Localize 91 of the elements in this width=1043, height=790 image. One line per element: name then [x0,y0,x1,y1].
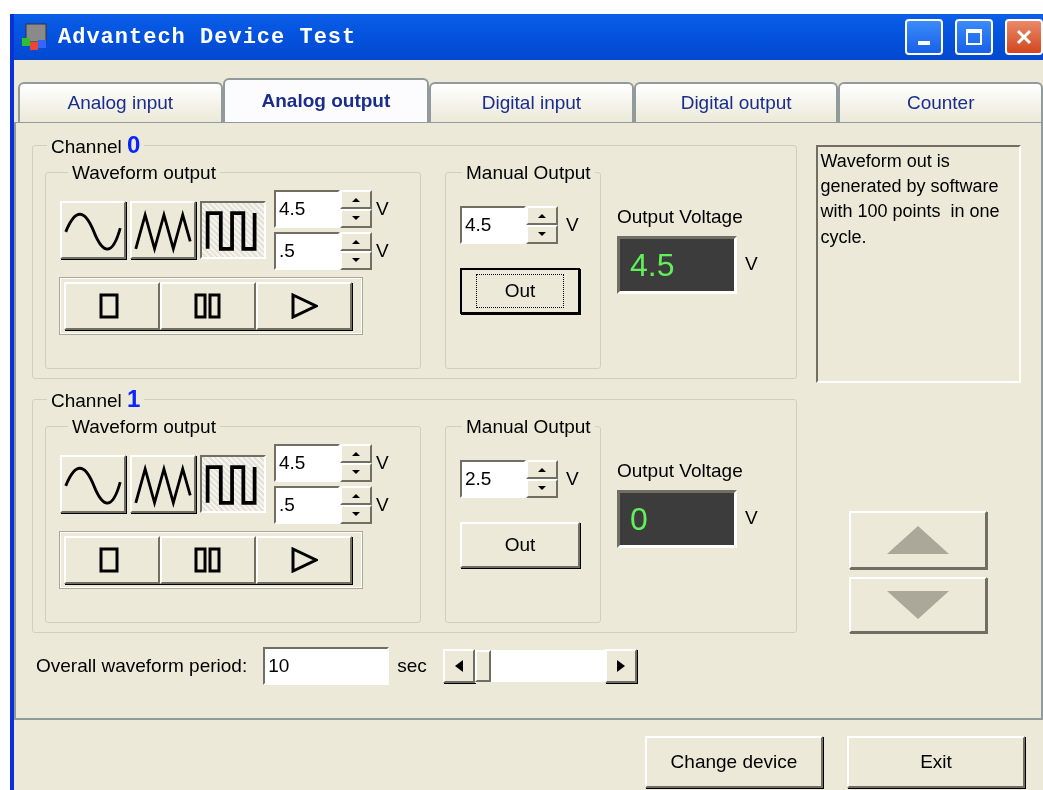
window-title: Advantech Device Test [58,23,357,52]
pause-icon [194,547,222,573]
down-arrow-icon [538,486,546,491]
channel-label: Channel [51,136,122,157]
spin-up-button[interactable] [340,190,372,209]
tab[interactable]: Analog input [18,82,223,122]
unit-label: V [566,466,579,491]
tab[interactable]: Analog output [222,78,430,122]
spin-up-button[interactable] [340,444,372,463]
group-title: Waveform output [71,163,217,182]
spin-down-button[interactable] [340,209,372,228]
play-icon [290,547,318,573]
pause-button[interactable] [160,536,256,584]
down-triangle-icon [885,589,951,621]
spin-up-button[interactable] [526,460,558,479]
low-voltage-field[interactable]: .5 [274,232,340,270]
pause-button[interactable] [160,282,256,330]
tab[interactable]: Digital input [429,82,634,122]
waveform-button[interactable] [200,201,266,259]
group-title: Manual Output [465,163,592,182]
close-button[interactable] [1005,19,1043,55]
tab[interactable]: Counter [838,82,1043,122]
scroll-right-button[interactable] [604,649,637,683]
unit-label: V [376,450,389,475]
down-arrow-icon [352,216,360,221]
manual-voltage-field[interactable]: 4.5 [460,206,526,244]
channel-number: 0 [127,131,141,158]
out-button[interactable]: Out [460,522,580,568]
period-field[interactable]: 10 [263,647,390,685]
high-voltage-field[interactable]: 4.5 [274,444,340,482]
up-arrow-icon [352,239,360,244]
manual-voltage-field[interactable]: 2.5 [460,460,526,498]
scroll-left-button[interactable] [442,649,475,683]
low-voltage-field[interactable]: .5 [274,486,340,524]
up-arrow-icon [538,467,546,472]
right-arrow-icon [616,660,625,672]
play-button[interactable] [256,536,352,584]
channel-number: 1 [127,385,141,412]
spin-down-button[interactable] [526,225,558,244]
play-icon [290,293,318,319]
spin-down-button[interactable] [340,463,372,482]
channel-label: Channel [51,390,122,411]
down-arrow-icon [352,512,360,517]
pause-icon [194,293,222,319]
spin-down-button[interactable] [340,251,372,270]
left-arrow-icon [454,660,463,672]
output-voltage-label: Output Voltage [617,205,744,229]
stop-button[interactable] [64,536,160,584]
tab[interactable]: Digital output [633,82,839,122]
up-arrow-icon [352,451,360,456]
up-arrow-button[interactable] [849,511,987,569]
maximize-icon [965,28,983,46]
group-title: Waveform output [71,417,217,436]
down-arrow-button[interactable] [849,577,987,633]
spin-down-button[interactable] [526,479,558,498]
waveform-button[interactable] [200,455,266,513]
spin-up-button[interactable] [340,232,372,251]
unit-label: V [745,252,758,277]
down-arrow-icon [538,232,546,237]
up-arrow-icon [352,493,360,498]
spin-up-button[interactable] [340,486,372,505]
spin-up-button[interactable] [526,206,558,225]
dialog-button[interactable]: Change device [645,736,823,788]
minimize-icon [918,41,930,45]
stop-button[interactable] [64,282,160,330]
dialog-button[interactable]: Exit [847,736,1025,788]
high-voltage-field[interactable]: 4.5 [274,190,340,228]
up-arrow-icon [352,197,360,202]
voltage-display: 0 [617,489,737,548]
unit-label: V [376,196,389,221]
unit-label: V [376,492,389,517]
period-label: Overall waveform period: [36,653,248,678]
maximize-button[interactable] [955,19,993,55]
play-button[interactable] [256,282,352,330]
output-voltage-label: Output Voltage [617,459,744,483]
down-arrow-icon [352,470,360,475]
unit-label: V [566,212,579,237]
voltage-display: 4.5 [617,235,737,294]
up-arrow-icon [538,213,546,218]
unit-label: V [745,506,758,531]
unit-label: V [376,238,389,263]
minimize-button[interactable] [905,19,943,55]
spin-down-button[interactable] [340,505,372,524]
down-arrow-icon [352,258,360,263]
info-text: Waveform out is generated by software with 100 points in one cycle. [815,145,1021,383]
out-button[interactable]: Out [460,268,580,314]
group-title: Manual Output [465,417,592,436]
unit-label: sec [397,653,427,678]
close-icon [1015,28,1033,46]
up-triangle-icon [885,524,951,556]
app-icon [20,22,50,52]
